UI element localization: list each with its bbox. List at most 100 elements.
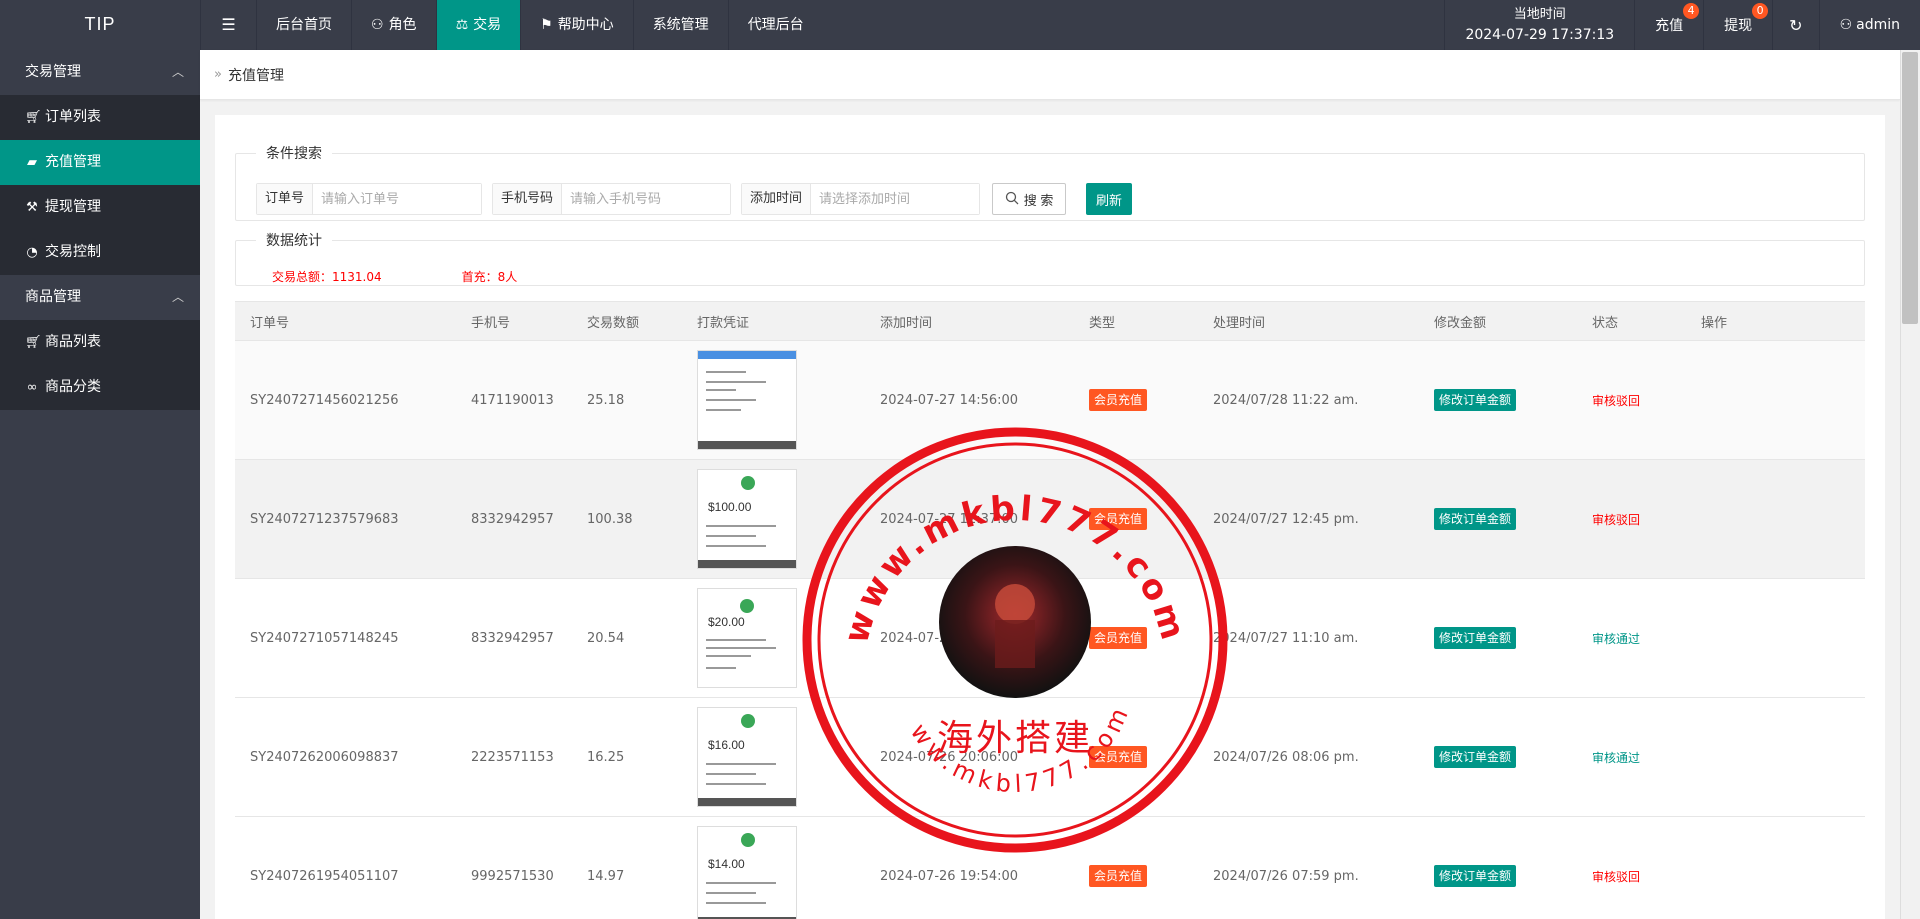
sidebar-item-goods-list[interactable]: 🛒︎ 商品列表: [0, 320, 200, 365]
column-header: 修改金额: [1419, 301, 1577, 341]
column-header: 类型: [1074, 301, 1198, 341]
type-cell: 会员充值: [1074, 697, 1198, 817]
withdraw-label: 提现: [1724, 18, 1753, 34]
table-row: SY2407261954051107 9992571530 14.97 $14.…: [235, 816, 1865, 919]
app-logo[interactable]: TIP: [0, 0, 200, 50]
search-button-label: 搜 索: [1023, 192, 1054, 208]
payment-voucher-image[interactable]: $100.00: [697, 469, 797, 569]
order-filter: 订单号: [256, 183, 483, 215]
nav-item-home[interactable]: 后台首页: [256, 0, 351, 50]
payment-voucher-image[interactable]: $20.00: [697, 588, 797, 688]
type-cell: 会员充值: [1074, 340, 1198, 460]
sidebar-group-trade[interactable]: 交易管理 ︿: [0, 50, 200, 95]
user-icon: ⚇: [1839, 17, 1853, 33]
status-cell: 审核通过: [1577, 578, 1686, 698]
breadcrumb-current[interactable]: 充值管理: [228, 65, 284, 85]
edit-amount-button[interactable]: 修改订单金额: [1434, 389, 1517, 411]
edit-amount-button[interactable]: 修改订单金额: [1434, 865, 1517, 887]
refresh-button[interactable]: ↻: [1772, 0, 1818, 50]
sidebar-item-goods-category[interactable]: ∞ 商品分类: [0, 365, 200, 410]
column-header: 打款凭证: [682, 301, 865, 341]
column-header: 状态: [1577, 301, 1686, 341]
type-badge: 会员充值: [1089, 865, 1148, 887]
edit-amount-button[interactable]: 修改订单金额: [1434, 508, 1517, 530]
top-nav: ☰ 后台首页 ⚇ 角色 ⚖ 交易 ⚑ 帮助中心 系统管理 代理后台: [200, 0, 823, 50]
recharge-link[interactable]: 充值 4: [1634, 0, 1703, 50]
voucher-cell: $14.00: [682, 816, 865, 919]
payment-voucher-image[interactable]: $14.00: [697, 826, 797, 919]
order-number-cell: SY2407271057148245: [235, 578, 456, 698]
type-cell: 会员充值: [1074, 578, 1198, 698]
double-chevron-icon: »: [214, 67, 222, 82]
clock-label: 当地时间: [1513, 6, 1566, 22]
action-cell: [1686, 459, 1865, 579]
time-filter: 添加时间: [741, 183, 981, 215]
nav-item-label: 交易: [473, 17, 502, 33]
voucher-cell: $20.00: [682, 578, 865, 698]
column-header: 操作: [1686, 301, 1865, 341]
sidebar-item-withdraw[interactable]: ⚒ 提现管理: [0, 185, 200, 230]
sidebar-toggle-button[interactable]: ☰: [200, 0, 256, 50]
gavel-icon: ⚒: [26, 200, 38, 215]
main-card: 条件搜索 订单号 手机号码 添加时间 搜 索 刷新 数据统: [215, 115, 1885, 919]
nav-item-system[interactable]: 系统管理: [632, 0, 728, 50]
refresh-list-button[interactable]: 刷新: [1086, 183, 1133, 215]
stat-first-recharge: 首充：8人: [461, 270, 518, 284]
edit-amount-button[interactable]: 修改订单金额: [1434, 746, 1517, 768]
scrollbar-thumb[interactable]: [1902, 52, 1918, 324]
phone-filter-label: 手机号码: [493, 184, 563, 214]
voucher-cell: $16.00: [682, 697, 865, 817]
type-badge: 会员充值: [1089, 389, 1148, 411]
phone-number-input[interactable]: [562, 184, 731, 214]
dashboard-icon: ◔: [26, 245, 38, 260]
nav-item-trade[interactable]: ⚖ 交易: [435, 0, 521, 50]
search-button[interactable]: 搜 索: [992, 183, 1067, 215]
username: admin: [1856, 17, 1900, 33]
stats-legend: 数据统计: [266, 233, 322, 249]
payment-voucher-image[interactable]: $16.00: [697, 707, 797, 807]
flag-icon: ⚑: [540, 17, 553, 33]
sidebar-item-label: 交易控制: [45, 244, 101, 260]
status-cell: 审核驳回: [1577, 459, 1686, 579]
action-cell: [1686, 816, 1865, 919]
phone-cell: 2223571153: [456, 697, 572, 817]
chevron-up-icon: ︿: [171, 290, 184, 304]
nav-item-agent[interactable]: 代理后台: [727, 0, 823, 50]
status-approved: 审核通过: [1592, 750, 1641, 765]
sidebar: 交易管理 ︿ 🛒︎ 订单列表 ▰ 充值管理 ⚒ 提现管理 ◔ 交易控制 商品管理…: [0, 50, 200, 919]
sidebar-group-goods[interactable]: 商品管理 ︿: [0, 275, 200, 320]
sidebar-item-recharge[interactable]: ▰ 充值管理: [0, 140, 200, 185]
order-number-cell: SY2407271237579683: [235, 459, 456, 579]
action-cell: [1686, 578, 1865, 698]
search-icon: [1005, 191, 1019, 208]
user-menu[interactable]: ⚇ admin: [1818, 0, 1920, 50]
payment-voucher-image[interactable]: [697, 350, 797, 450]
type-badge: 会员充值: [1089, 746, 1148, 768]
sidebar-item-label: 商品列表: [45, 334, 101, 350]
column-header: 订单号: [235, 301, 456, 341]
sidebar-item-orders[interactable]: 🛒︎ 订单列表: [0, 95, 200, 140]
order-number-cell: SY2407261954051107: [235, 816, 456, 919]
status-rejected: 审核驳回: [1592, 393, 1641, 408]
sidebar-item-label: 订单列表: [45, 109, 101, 125]
added-time-cell: 2024-07-27 10:57:00: [865, 578, 1074, 698]
sidebar-item-trade-control[interactable]: ◔ 交易控制: [0, 230, 200, 275]
add-time-input[interactable]: [811, 184, 980, 214]
search-panel: 条件搜索 订单号 手机号码 添加时间 搜 索 刷新: [235, 143, 1865, 221]
nav-item-help[interactable]: ⚑ 帮助中心: [520, 0, 633, 50]
edit-amount-button[interactable]: 修改订单金额: [1434, 627, 1517, 649]
added-time-cell: 2024-07-27 14:56:00: [865, 340, 1074, 460]
withdraw-link[interactable]: 提现 0: [1703, 0, 1772, 50]
breadcrumb: » 充值管理: [200, 50, 1900, 100]
type-badge: 会员充值: [1089, 508, 1148, 530]
table-row: SY2407262006098837 2223571153 16.25 $16.…: [235, 697, 1865, 817]
recharge-badge: 4: [1683, 3, 1700, 19]
nav-item-role[interactable]: ⚇ 角色: [351, 0, 436, 50]
sidebar-item-label: 提现管理: [45, 199, 101, 215]
order-number-cell: SY2407271456021256: [235, 340, 456, 460]
column-header: 交易数额: [572, 301, 682, 341]
nav-item-label: 帮助中心: [557, 17, 614, 33]
stats-panel: 数据统计 交易总额：1131.04 首充：8人: [235, 230, 1865, 286]
column-header: 处理时间: [1198, 301, 1419, 341]
order-number-input[interactable]: [313, 184, 482, 214]
